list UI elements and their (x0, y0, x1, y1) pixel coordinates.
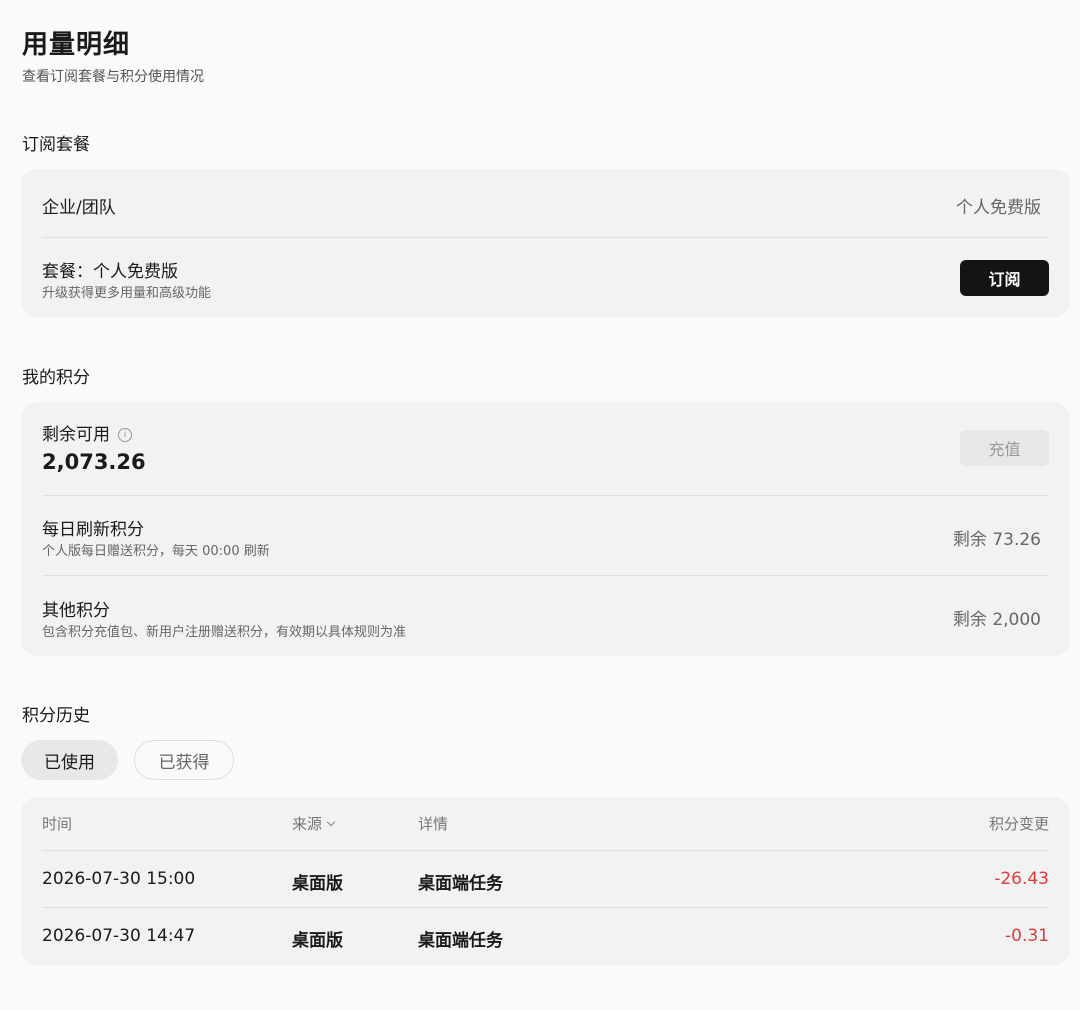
row-source: 桌面版 (292, 874, 343, 894)
row-change: -26.43 (994, 869, 1049, 889)
plan-label: 套餐：个人免费版 (42, 262, 178, 282)
row-time: 2026-07-30 14:47 (42, 926, 196, 946)
daily-credits-label: 每日刷新积分 (42, 520, 144, 540)
org-value: 个人免费版 (956, 198, 1041, 218)
row-detail: 桌面端任务 (418, 931, 503, 951)
subscription-section-title: 订阅套餐 (22, 135, 90, 155)
available-label-row: 剩余可用 i (42, 420, 132, 445)
divider (42, 495, 1049, 496)
row-source: 桌面版 (292, 931, 343, 951)
row-time: 2026-07-30 15:00 (42, 869, 196, 889)
column-header-time: 时间 (42, 815, 73, 833)
daily-credits-subtext: 个人版每日赠送积分，每天 00:00 刷新 (42, 544, 270, 559)
plan-subtext: 升级获得更多用量和高级功能 (42, 286, 212, 301)
daily-credits-value: 剩余 73.26 (952, 530, 1041, 550)
page-title: 用量明细 (22, 30, 131, 60)
chevron-down-icon (326, 817, 336, 827)
subscribe-button[interactable]: 订阅 (960, 260, 1049, 296)
divider (42, 850, 1049, 851)
credits-section-title: 我的积分 (22, 368, 90, 388)
history-table: 时间 来源 详情 积分变更 2026-07-30 15:00 桌面版 桌面端任务… (21, 797, 1070, 965)
other-credits-value: 剩余 2,000 (952, 610, 1041, 630)
available-label: 剩余可用 (42, 425, 110, 445)
column-header-detail: 详情 (418, 815, 449, 833)
column-header-source-label: 来源 (292, 815, 323, 833)
history-section-title: 积分历史 (22, 706, 90, 726)
info-icon[interactable]: i (118, 428, 132, 442)
page-subtitle: 查看订阅套餐与积分使用情况 (22, 69, 204, 85)
divider (42, 907, 1049, 908)
subscription-card: 企业/团队 个人免费版 套餐：个人免费版 升级获得更多用量和高级功能 订阅 (21, 169, 1070, 317)
recharge-button[interactable]: 充值 (960, 430, 1049, 466)
row-detail: 桌面端任务 (418, 874, 503, 894)
other-credits-label: 其他积分 (42, 601, 110, 621)
available-credits-value: 2,073.26 (42, 450, 146, 474)
divider (42, 237, 1049, 238)
tab-used[interactable]: 已使用 (21, 740, 118, 780)
column-header-change: 积分变更 (988, 815, 1049, 833)
tab-earned[interactable]: 已获得 (134, 740, 234, 780)
credits-card: 剩余可用 i 2,073.26 充值 每日刷新积分 个人版每日赠送积分，每天 00… (21, 402, 1070, 656)
divider (42, 575, 1049, 576)
row-change: -0.31 (1005, 926, 1049, 946)
other-credits-subtext: 包含积分充值包、新用户注册赠送积分，有效期以具体规则为准 (42, 625, 407, 640)
org-label: 企业/团队 (42, 198, 116, 218)
column-header-source[interactable]: 来源 (292, 813, 336, 834)
